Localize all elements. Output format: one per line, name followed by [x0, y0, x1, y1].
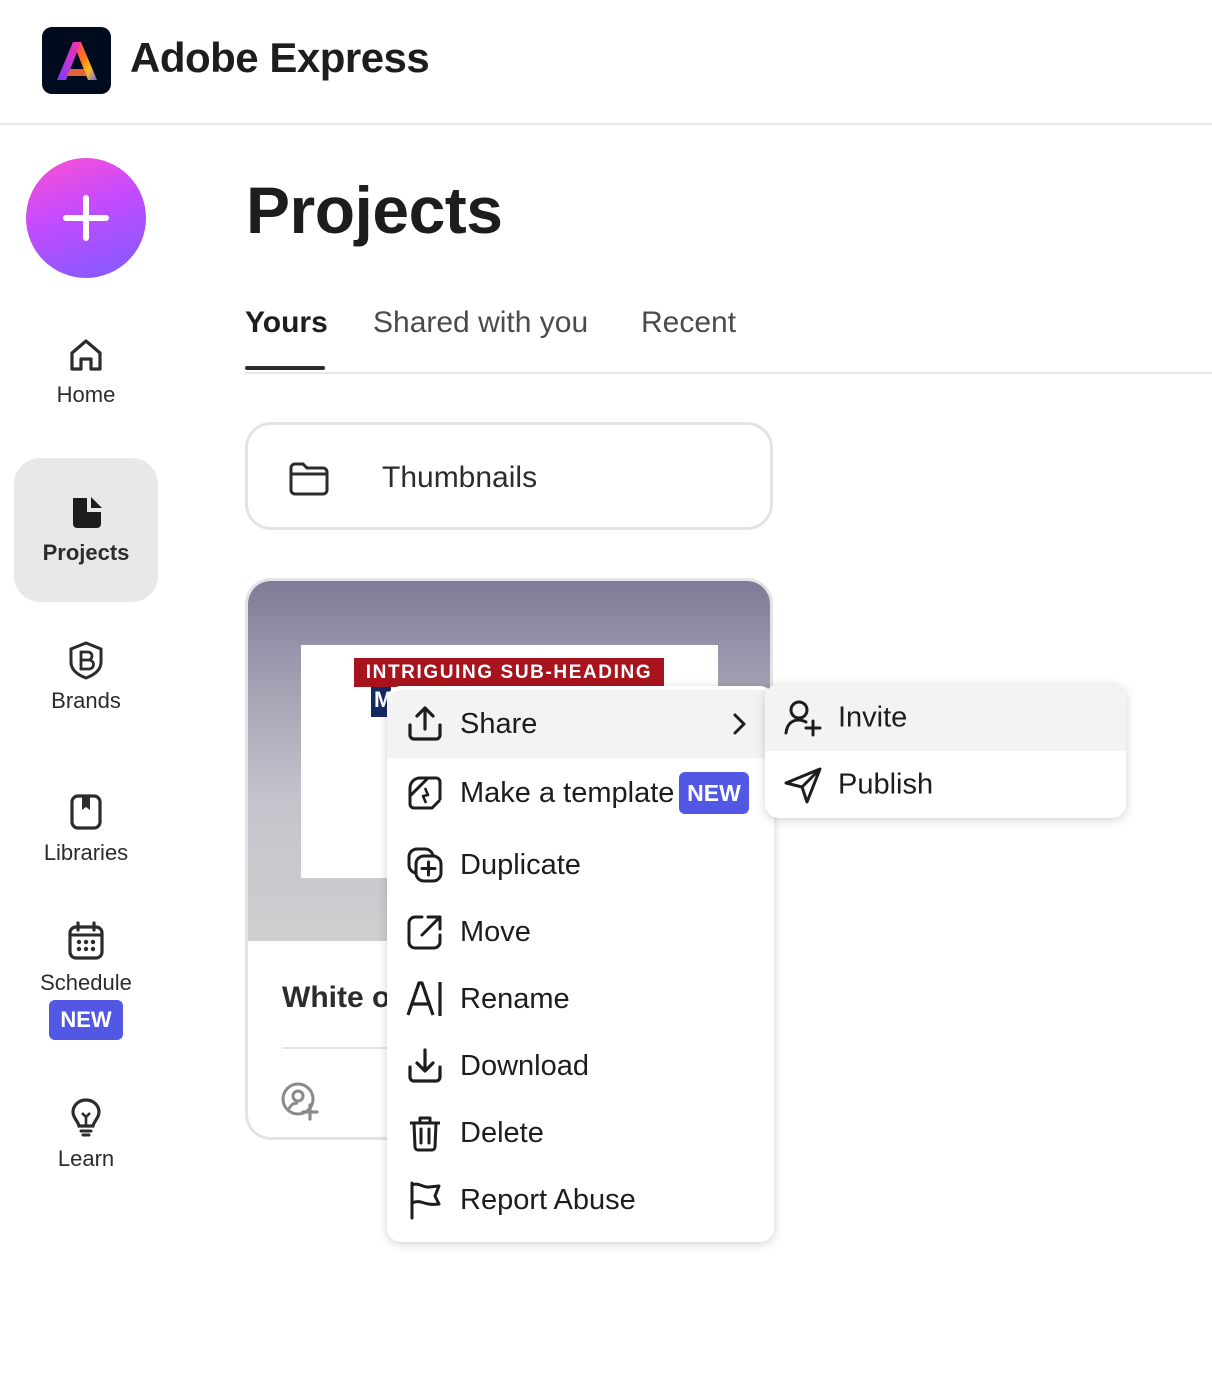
menu-item-delete[interactable]: Delete — [387, 1099, 774, 1167]
projects-icon — [73, 497, 102, 528]
active-tab-indicator — [245, 366, 325, 370]
menu-item-label: Download — [460, 1049, 589, 1082]
folder-name: Thumbnails — [382, 461, 538, 494]
menu-item-move[interactable]: Move — [387, 898, 774, 966]
sidebar-item-libraries[interactable]: Libraries — [14, 792, 158, 866]
lightbulb-icon — [71, 1098, 101, 1137]
menu-item-label: Make a template — [460, 776, 675, 809]
sidebar-item-label: Schedule — [40, 970, 132, 995]
menu-item-label: Report Abuse — [460, 1183, 636, 1216]
adobe-express-logo-icon — [56, 41, 97, 80]
share-icon — [405, 704, 445, 744]
flag-icon — [405, 1180, 445, 1220]
page-title: Projects — [246, 173, 503, 247]
top-bar: Adobe Express — [0, 0, 1212, 125]
menu-item-duplicate[interactable]: Duplicate — [387, 831, 774, 899]
thumbnail-subheading: INTRIGUING SUB-HEADING — [354, 658, 664, 687]
submenu-item-label: Invite — [838, 701, 908, 733]
sidebar-item-label: Libraries — [43, 840, 129, 865]
sidebar-item-label: Home — [56, 382, 116, 407]
submenu-item-invite[interactable]: Invite — [765, 684, 1126, 751]
rename-icon — [405, 979, 445, 1019]
folder-icon — [289, 462, 329, 496]
brands-icon — [69, 641, 103, 680]
sidebar-item-learn[interactable]: Learn — [14, 1096, 158, 1172]
tab-yours[interactable]: Yours — [245, 306, 328, 340]
menu-item-label: Delete — [460, 1116, 544, 1149]
invite-user-icon — [783, 698, 823, 738]
libraries-icon — [70, 794, 102, 830]
sidebar-item-label: Learn — [57, 1146, 115, 1171]
sidebar-item-label: Brands — [51, 688, 121, 713]
menu-item-share[interactable]: Share — [387, 690, 774, 758]
folder-card[interactable]: Thumbnails — [245, 422, 773, 530]
sidebar-item-label: Projects — [42, 540, 130, 565]
project-name: White o — [282, 981, 391, 1014]
sidebar-item-brands[interactable]: Brands — [14, 640, 158, 714]
duplicate-icon — [405, 845, 445, 885]
add-collaborator-icon[interactable] — [280, 1081, 320, 1121]
tab-recent[interactable]: Recent — [641, 306, 736, 340]
tab-bar: Yours Shared with you Recent — [245, 300, 1212, 374]
share-submenu: Invite Publish — [765, 684, 1126, 818]
submenu-item-publish[interactable]: Publish — [765, 751, 1126, 818]
chevron-right-icon — [733, 713, 746, 735]
menu-item-label: Share — [460, 707, 538, 740]
menu-item-report-abuse[interactable]: Report Abuse — [387, 1166, 774, 1234]
context-menu: Share Make a template NEW Duplicate Move… — [387, 686, 774, 1242]
sidebar-item-home[interactable]: Home — [14, 336, 158, 408]
plus-icon — [63, 195, 109, 241]
sidebar-item-projects[interactable]: Projects — [14, 458, 158, 602]
tab-shared-with-you[interactable]: Shared with you — [373, 306, 588, 340]
menu-item-label: Move — [460, 915, 531, 948]
download-icon — [405, 1046, 445, 1086]
home-icon — [70, 339, 102, 371]
create-button[interactable] — [26, 158, 146, 278]
app-title: Adobe Express — [130, 34, 430, 81]
menu-item-label: Duplicate — [460, 848, 581, 881]
new-badge: NEW — [49, 1000, 123, 1040]
move-icon — [405, 912, 445, 952]
menu-item-download[interactable]: Download — [387, 1032, 774, 1100]
menu-item-rename[interactable]: Rename — [387, 965, 774, 1033]
sidebar-item-schedule[interactable]: Schedule NEW — [14, 920, 158, 1040]
new-badge: NEW — [679, 772, 749, 814]
submenu-item-label: Publish — [838, 768, 934, 800]
adobe-express-logo[interactable] — [42, 27, 111, 94]
menu-item-label: Rename — [460, 982, 570, 1015]
menu-item-make-template[interactable]: Make a template NEW — [387, 759, 774, 827]
send-icon — [783, 765, 823, 805]
trash-icon — [405, 1113, 445, 1153]
calendar-icon — [68, 921, 104, 960]
template-icon — [405, 773, 445, 813]
